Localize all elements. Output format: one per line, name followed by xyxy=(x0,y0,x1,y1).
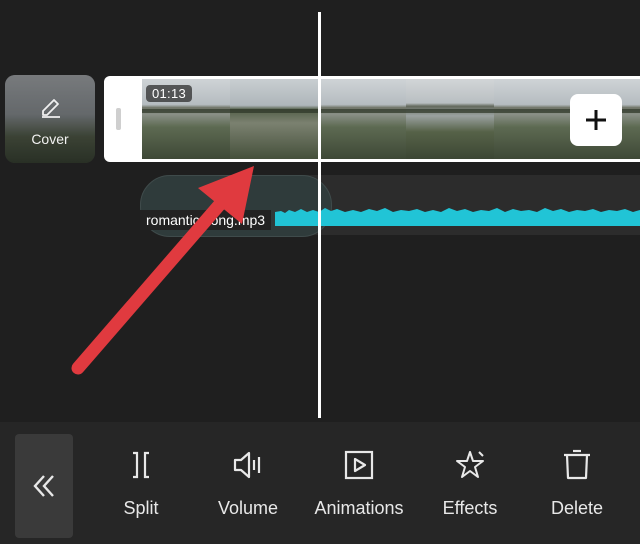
clip-trim-handle[interactable] xyxy=(116,108,121,130)
collapse-button[interactable] xyxy=(15,434,73,538)
volume-button[interactable]: Volume xyxy=(193,442,303,522)
cover-overlay xyxy=(5,75,95,163)
playhead[interactable] xyxy=(318,12,321,418)
clip-frame xyxy=(230,79,318,159)
double-chevron-left-icon xyxy=(33,475,54,497)
audio-waveform xyxy=(275,208,640,226)
split-button[interactable]: Split xyxy=(86,442,196,522)
effects-button[interactable]: Effects xyxy=(415,442,525,522)
clip-frame xyxy=(318,79,406,159)
delete-button[interactable]: Delete xyxy=(522,442,632,522)
cover-label: Cover xyxy=(31,131,69,147)
clip-frames xyxy=(142,79,640,159)
animations-label: Animations xyxy=(314,498,404,518)
effects-icon xyxy=(456,451,484,478)
split-label: Split xyxy=(123,498,159,518)
plus-icon xyxy=(586,110,606,130)
pencil-icon xyxy=(42,99,60,118)
volume-icon xyxy=(233,451,261,479)
animations-icon xyxy=(344,450,374,480)
clip-duration-badge: 01:13 xyxy=(146,85,193,102)
animations-button[interactable]: Animations xyxy=(304,442,414,522)
bottom-toolbar: Split Volume Animations Effects Delete xyxy=(0,422,640,544)
delete-label: Delete xyxy=(550,498,604,518)
trash-icon xyxy=(564,449,590,480)
split-icon xyxy=(133,451,149,479)
cover-thumbnail[interactable]: Cover xyxy=(5,75,95,163)
timeline-area: Cover 01:13 romantic song.mp3 xyxy=(0,0,640,422)
clip-frame xyxy=(494,79,582,159)
effects-label: Effects xyxy=(442,498,498,518)
clip-frame xyxy=(406,79,494,159)
add-clip-button[interactable] xyxy=(570,94,622,146)
audio-filename: romantic song.mp3 xyxy=(140,210,272,230)
video-clip[interactable]: 01:13 xyxy=(104,76,640,162)
waveform-shape xyxy=(275,208,640,226)
volume-label: Volume xyxy=(217,498,279,518)
